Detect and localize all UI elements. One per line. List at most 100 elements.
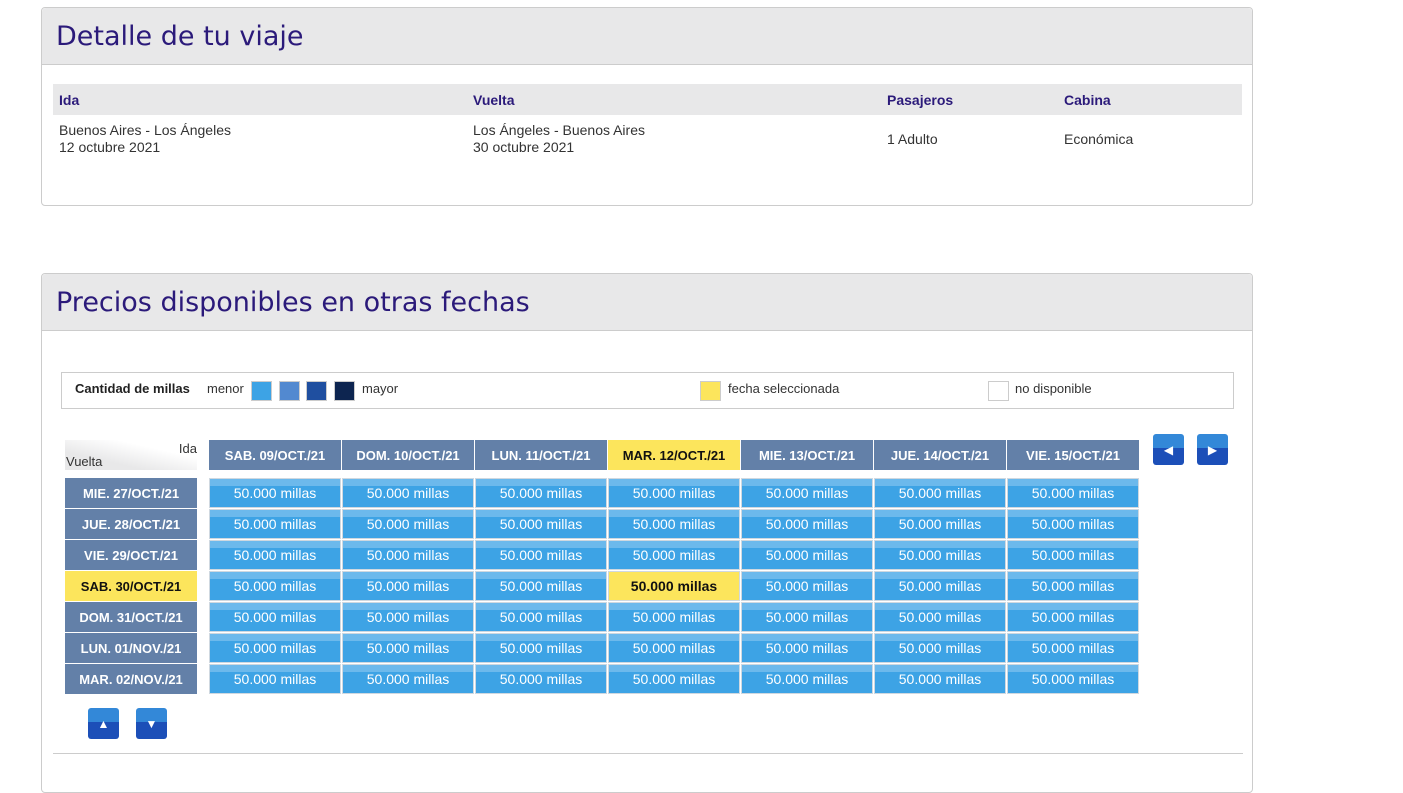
price-cell[interactable]: 50.000 millas <box>1007 664 1139 694</box>
column-header-ida[interactable]: VIE. 15/OCT./21 <box>1007 440 1139 470</box>
row-header-vuelta[interactable]: SAB. 30/OCT./21 <box>65 571 197 601</box>
grid-corner: Ida Vuelta <box>65 440 197 470</box>
legend-swatch-selected <box>700 381 721 401</box>
price-cell[interactable]: 50.000 millas <box>209 571 341 601</box>
price-cell[interactable]: 50.000 millas <box>475 540 607 570</box>
vuelta-route: Los Ángeles - Buenos Aires <box>473 122 645 138</box>
ida-date: 12 octubre 2021 <box>59 139 161 155</box>
pasajeros-value: 1 Adulto <box>887 131 938 147</box>
column-header-ida[interactable]: MAR. 12/OCT./21 <box>608 440 740 470</box>
column-header-ida[interactable]: MIE. 13/OCT./21 <box>741 440 873 470</box>
price-cell[interactable]: 50.000 millas <box>874 571 1006 601</box>
arrow-left-icon: ◀ <box>1163 442 1174 457</box>
corner-vuelta: Vuelta <box>66 454 103 469</box>
ida-route: Buenos Aires - Los Ángeles <box>59 122 231 138</box>
legend-swatch-1 <box>251 381 272 401</box>
price-cell[interactable]: 50.000 millas <box>475 664 607 694</box>
price-cell[interactable]: 50.000 millas <box>1007 571 1139 601</box>
prices-panel: Precios disponibles en otras fechas Cant… <box>41 273 1253 793</box>
price-cell[interactable]: 50.000 millas <box>874 509 1006 539</box>
price-cell[interactable]: 50.000 millas <box>874 602 1006 632</box>
prices-title: Precios disponibles en otras fechas <box>56 286 530 318</box>
trip-table: Ida Vuelta Pasajeros Cabina Buenos Aires… <box>53 84 1242 165</box>
column-header-ida[interactable]: JUE. 14/OCT./21 <box>874 440 1006 470</box>
price-cell[interactable]: 50.000 millas <box>741 664 873 694</box>
price-cell[interactable]: 50.000 millas <box>1007 633 1139 663</box>
miles-legend: Cantidad de millas menor mayor fecha sel… <box>61 372 1234 409</box>
price-cell[interactable]: 50.000 millas <box>342 633 474 663</box>
legend-selected: fecha seleccionada <box>728 381 840 396</box>
row-header-vuelta[interactable]: MAR. 02/NOV./21 <box>65 664 197 694</box>
price-cell[interactable]: 50.000 millas <box>209 478 341 508</box>
legend-menor: menor <box>207 381 244 396</box>
row-header-vuelta[interactable]: MIE. 27/OCT./21 <box>65 478 197 508</box>
price-cell[interactable]: 50.000 millas <box>342 478 474 508</box>
price-cell[interactable]: 50.000 millas <box>741 633 873 663</box>
price-cell[interactable]: 50.000 millas <box>1007 602 1139 632</box>
cabina-value: Económica <box>1064 131 1134 147</box>
price-cell[interactable]: 50.000 millas <box>209 602 341 632</box>
price-cell[interactable]: 50.000 millas <box>741 571 873 601</box>
arrow-up-icon: ▲ <box>97 716 110 731</box>
column-header-ida[interactable]: SAB. 09/OCT./21 <box>209 440 341 470</box>
price-cell[interactable]: 50.000 millas <box>209 540 341 570</box>
price-cell[interactable]: 50.000 millas <box>475 571 607 601</box>
legend-unavailable: no disponible <box>1015 381 1092 396</box>
divider <box>53 753 1243 754</box>
price-cell[interactable]: 50.000 millas <box>342 509 474 539</box>
next-vuelta-button[interactable]: ▼ <box>136 708 167 739</box>
price-cell[interactable]: 50.000 millas <box>608 571 740 601</box>
trip-detail-title: Detalle de tu viaje <box>56 20 304 52</box>
next-ida-button[interactable]: ▶ <box>1197 434 1228 465</box>
prev-ida-button[interactable]: ◀ <box>1153 434 1184 465</box>
trip-detail-panel: Detalle de tu viaje Ida Vuelta Pasajeros… <box>41 7 1253 206</box>
price-cell[interactable]: 50.000 millas <box>608 509 740 539</box>
price-cell[interactable]: 50.000 millas <box>741 509 873 539</box>
price-cell[interactable]: 50.000 millas <box>209 633 341 663</box>
price-cell[interactable]: 50.000 millas <box>475 509 607 539</box>
legend-swatch-2 <box>279 381 300 401</box>
arrow-down-icon: ▼ <box>145 716 158 731</box>
price-cell[interactable]: 50.000 millas <box>874 633 1006 663</box>
price-cell[interactable]: 50.000 millas <box>1007 540 1139 570</box>
price-cell[interactable]: 50.000 millas <box>209 664 341 694</box>
price-cell[interactable]: 50.000 millas <box>209 509 341 539</box>
price-cell[interactable]: 50.000 millas <box>1007 509 1139 539</box>
price-cell[interactable]: 50.000 millas <box>874 478 1006 508</box>
price-cell[interactable]: 50.000 millas <box>342 602 474 632</box>
header-cabina: Cabina <box>1064 92 1111 108</box>
price-cell[interactable]: 50.000 millas <box>741 478 873 508</box>
price-cell[interactable]: 50.000 millas <box>874 540 1006 570</box>
legend-swatch-4 <box>334 381 355 401</box>
row-header-vuelta[interactable]: JUE. 28/OCT./21 <box>65 509 197 539</box>
price-cell[interactable]: 50.000 millas <box>608 540 740 570</box>
price-cell[interactable]: 50.000 millas <box>1007 478 1139 508</box>
price-cell[interactable]: 50.000 millas <box>342 664 474 694</box>
corner-ida: Ida <box>178 441 197 456</box>
price-cell[interactable]: 50.000 millas <box>741 602 873 632</box>
price-cell[interactable]: 50.000 millas <box>608 633 740 663</box>
price-cell[interactable]: 50.000 millas <box>342 571 474 601</box>
price-cell[interactable]: 50.000 millas <box>342 540 474 570</box>
legend-swatch-3 <box>306 381 327 401</box>
legend-label: Cantidad de millas <box>75 381 190 396</box>
legend-swatch-unavailable <box>988 381 1009 401</box>
price-cell[interactable]: 50.000 millas <box>608 478 740 508</box>
price-cell[interactable]: 50.000 millas <box>475 602 607 632</box>
prev-vuelta-button[interactable]: ▲ <box>88 708 119 739</box>
vuelta-date: 30 octubre 2021 <box>473 139 575 155</box>
price-cell[interactable]: 50.000 millas <box>475 633 607 663</box>
column-header-ida[interactable]: DOM. 10/OCT./21 <box>342 440 474 470</box>
price-cell[interactable]: 50.000 millas <box>475 478 607 508</box>
row-header-vuelta[interactable]: LUN. 01/NOV./21 <box>65 633 197 663</box>
header-ida: Ida <box>59 92 80 108</box>
price-cell[interactable]: 50.000 millas <box>874 664 1006 694</box>
row-header-vuelta[interactable]: DOM. 31/OCT./21 <box>65 602 197 632</box>
row-header-vuelta[interactable]: VIE. 29/OCT./21 <box>65 540 197 570</box>
price-cell[interactable]: 50.000 millas <box>608 664 740 694</box>
price-cell[interactable]: 50.000 millas <box>608 602 740 632</box>
legend-mayor: mayor <box>362 381 399 396</box>
column-header-ida[interactable]: LUN. 11/OCT./21 <box>475 440 607 470</box>
arrow-right-icon: ▶ <box>1207 442 1218 457</box>
price-cell[interactable]: 50.000 millas <box>741 540 873 570</box>
